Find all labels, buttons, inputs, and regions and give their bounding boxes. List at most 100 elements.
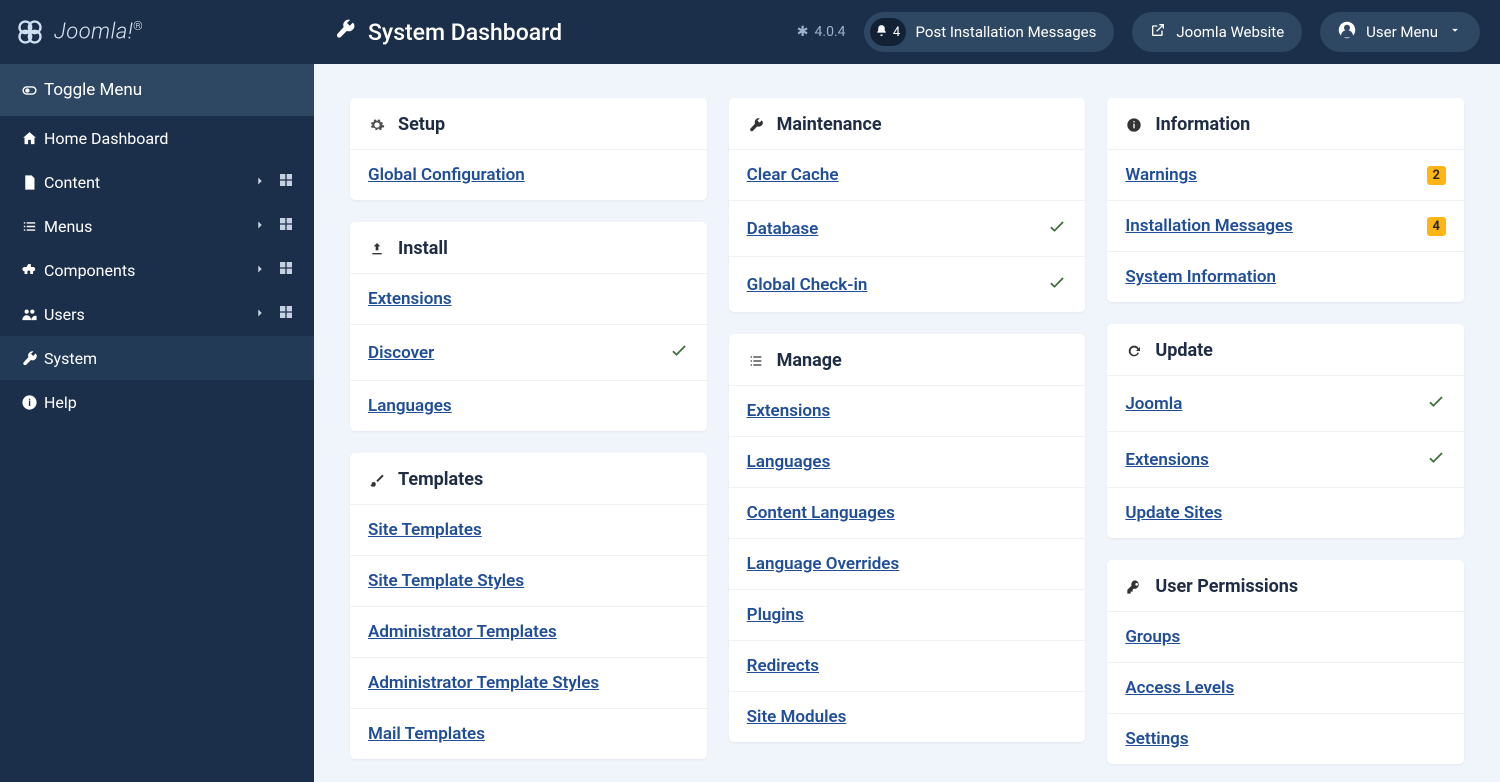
card-link[interactable]: Clear Cache [747,165,839,185]
post-install-messages-button[interactable]: 4 Post Installation Messages [864,12,1115,52]
page-title: System Dashboard [334,18,779,46]
check-icon [669,340,689,365]
card-link[interactable]: Settings [1125,729,1188,749]
card-title: User Permissions [1155,576,1298,597]
card-item: Site Modules [729,691,1086,742]
card-item: Redirects [729,640,1086,691]
card-information: InformationWarnings2 Installation Message… [1107,98,1464,302]
dashboard-icon[interactable] [272,172,300,192]
card-link[interactable]: Mail Templates [368,724,485,744]
card-title: Templates [398,469,483,490]
card-item: Clear Cache [729,149,1086,200]
wrench-icon [334,18,356,46]
help-icon: i [14,394,44,411]
sidebar-item-system[interactable]: System [0,336,314,380]
card-maintenance: Maintenance Clear Cache Database Global Che… [729,98,1086,312]
main: System Dashboard ✱ 4.0.4 4 Post Installa… [314,0,1500,782]
card-link[interactable]: Groups [1125,627,1180,647]
card-item: Administrator Templates [350,606,707,657]
card-header: Manage [729,334,1086,385]
card-link[interactable]: Extensions [368,289,452,309]
card-link[interactable]: Database [747,219,819,239]
card-header: Maintenance [729,98,1086,149]
card-link[interactable]: Language Overrides [747,554,900,574]
card-link[interactable]: Extensions [1125,450,1209,470]
card-link[interactable]: Languages [368,396,452,416]
sidebar-item-users[interactable]: Users [0,292,314,336]
check-icon [1047,216,1067,241]
user-menu-button[interactable]: User Menu [1320,12,1480,52]
joomla-website-button[interactable]: Joomla Website [1132,12,1302,52]
card-header: Install [350,222,707,273]
card-item: Warnings2 [1107,149,1464,200]
joomla-logo-icon [16,18,44,46]
card-link[interactable]: Site Modules [747,707,847,727]
joomla-mark-icon: ✱ [797,24,809,40]
sidebar-item-menus[interactable]: Menus [0,204,314,248]
components-icon [14,262,44,279]
sidebar-item-label: Menus [44,217,248,236]
check-icon [1047,272,1067,297]
content: Setup Global Configuration Install Extensio… [314,64,1500,782]
card-link[interactable]: Access Levels [1125,678,1234,698]
card-item: Site Templates [350,504,707,555]
dashboard-icon[interactable] [272,304,300,324]
card-link[interactable]: Redirects [747,656,819,676]
card-link[interactable]: Global Check-in [747,275,868,295]
gear-icon [368,117,386,133]
card-link[interactable]: Languages [747,452,831,472]
dashboard-icon[interactable] [272,260,300,280]
sidebar-item-home[interactable]: Home Dashboard [0,116,314,160]
card-title: Setup [398,114,445,135]
card-title: Install [398,238,448,259]
menus-icon [14,218,44,235]
card-link[interactable]: Content Languages [747,503,895,523]
card-setup: Setup Global Configuration [350,98,707,200]
card-item: Joomla [1107,375,1464,431]
upload-icon [368,241,386,257]
card-item: Content Languages [729,487,1086,538]
card-link[interactable]: Extensions [747,401,831,421]
check-icon [1426,447,1446,472]
card-item: Discover [350,324,707,380]
card-link[interactable]: Installation Messages [1125,216,1293,236]
card-link[interactable]: Plugins [747,605,804,625]
card-item: Languages [350,380,707,431]
card-title: Maintenance [777,114,882,135]
card-link[interactable]: Administrator Template Styles [368,673,599,693]
card-link[interactable]: Warnings [1125,165,1197,185]
dashboard-icon[interactable] [272,216,300,236]
card-item: Settings [1107,713,1464,764]
card-link[interactable]: Administrator Templates [368,622,557,642]
count-badge: 4 [1427,217,1446,236]
sidebar-nav: Toggle Menu [0,64,314,116]
brand[interactable]: Joomla!® [0,0,314,64]
card-item: Administrator Template Styles [350,657,707,708]
card-item: Language Overrides [729,538,1086,589]
card-title: Manage [777,350,842,371]
card-link[interactable]: Site Templates [368,520,482,540]
chevron-right-icon [248,173,272,192]
dashboard-columns: Setup Global Configuration Install Extensio… [350,98,1464,782]
card-header: Information [1107,98,1464,149]
card-item: Update Sites [1107,487,1464,538]
sidebar-item-help[interactable]: iHelp [0,380,314,424]
card-link[interactable]: Joomla [1125,394,1182,414]
sidebar-item-components[interactable]: Components [0,248,314,292]
sidebar-item-content[interactable]: Content [0,160,314,204]
card-item: Groups [1107,611,1464,662]
user-icon [1338,21,1356,43]
card-item: Extensions [729,385,1086,436]
card-link[interactable]: Global Configuration [368,165,525,185]
check-icon [1426,391,1446,416]
card-link[interactable]: Site Template Styles [368,571,524,591]
card-link[interactable]: System Information [1125,267,1276,287]
card-item: Extensions [1107,431,1464,487]
card-link[interactable]: Discover [368,343,434,363]
toggle-menu[interactable]: Toggle Menu [0,64,314,116]
home-icon [14,130,44,147]
card-header: User Permissions [1107,560,1464,611]
card-link[interactable]: Update Sites [1125,503,1222,523]
notif-count: 4 [893,25,900,40]
wrench-icon [747,117,765,133]
